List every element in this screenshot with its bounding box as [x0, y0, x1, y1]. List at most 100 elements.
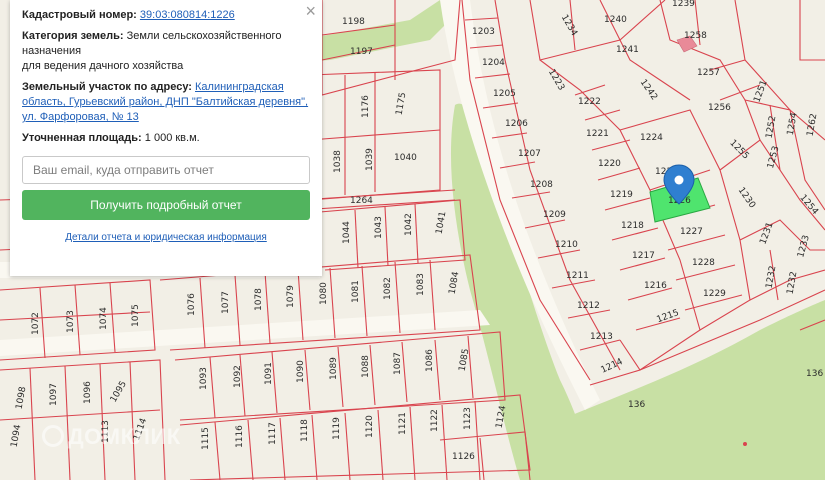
parcel-label: 1234	[559, 13, 579, 38]
parcel-label: 1207	[518, 149, 541, 159]
parcel-label: 1223	[546, 68, 566, 93]
parcel-label: 1083	[416, 273, 426, 296]
parcel-info-panel: × Кадастровый номер: 39:03:080814:1226 К…	[10, 0, 322, 276]
parcel-label: 1114	[132, 417, 149, 442]
cadastral-number-row: Кадастровый номер: 39:03:080814:1226	[22, 8, 310, 23]
usage-value: для ведения дачного хозяйства	[22, 60, 184, 72]
parcel-label: 1208	[530, 180, 553, 190]
parcel-label: 1076	[187, 293, 197, 316]
parcel-label: 1044	[342, 221, 352, 244]
parcel-label: 1090	[296, 360, 306, 383]
parcel-label: 1084	[448, 271, 462, 296]
parcel-label: 1204	[482, 58, 505, 68]
parcel-label: 1042	[404, 213, 414, 236]
parcel-label: 1212	[577, 301, 600, 311]
parcel-label: 1221	[586, 129, 609, 139]
parcel-label: 1113	[101, 420, 111, 443]
parcel-label: 1122	[430, 409, 440, 432]
small-dot-icon	[743, 442, 747, 446]
parcel-label: 1252	[765, 115, 779, 139]
parcel-label: 1224	[640, 133, 663, 143]
parcel-label: 1121	[398, 412, 408, 435]
parcel-label: 1222	[578, 97, 601, 107]
parcel-label: 1213	[590, 332, 613, 342]
parcel-label: 136	[628, 400, 645, 410]
parcel-label: 1092	[233, 365, 243, 388]
parcel-label: 1089	[329, 357, 339, 380]
parcel-label: 1232	[786, 271, 800, 295]
parcel-label: 1079	[286, 285, 296, 308]
parcel-label: 1094	[10, 424, 24, 449]
parcel-label: 1175	[395, 92, 409, 116]
parcel-label: 1241	[616, 45, 639, 55]
get-report-button[interactable]: Получить подробный отчет	[22, 190, 310, 220]
parcel-label: 1203	[472, 27, 495, 37]
parcel-label: 1075	[131, 304, 141, 327]
parcel-label: 1091	[264, 362, 274, 385]
parcel-label: 1205	[493, 89, 516, 99]
parcel-label: 1240	[604, 15, 627, 25]
parcel-label: 1123	[463, 407, 473, 430]
parcel-label: 1206	[505, 119, 528, 129]
report-details-link[interactable]: Детали отчета и юридическая информация	[65, 232, 267, 243]
parcel-label: 1209	[543, 210, 566, 220]
parcel-label: 1264	[350, 196, 373, 206]
parcel-label: 1117	[268, 422, 278, 445]
parcel-label: 1239	[672, 0, 695, 9]
parcel-label: 1074	[99, 307, 109, 330]
parcel-label: 1218	[621, 221, 644, 231]
close-icon[interactable]: ×	[305, 2, 316, 20]
area-label: Уточненная площадь:	[22, 132, 142, 144]
parcel-label: 1214	[599, 357, 624, 376]
parcel-label: 1198	[342, 17, 365, 27]
parcel-label: 1097	[49, 383, 59, 406]
parcel-label: 1039	[365, 148, 375, 171]
parcel-label: 1073	[66, 310, 76, 333]
parcel-label: 1228	[692, 258, 715, 268]
parcel-label: 1216	[644, 281, 667, 291]
parcel-label: 1072	[31, 312, 41, 335]
parcel-label: 1082	[383, 277, 393, 300]
details-link-wrap: Детали отчета и юридическая информация	[22, 230, 310, 245]
parcel-label: 1258	[684, 31, 707, 41]
area-row: Уточненная площадь: 1 000 кв.м.	[22, 131, 310, 146]
parcel-label: 1095	[109, 380, 129, 405]
parcel-label: 1220	[598, 159, 621, 169]
parcel-label: 1115	[201, 427, 211, 450]
parcel-label: 1231	[758, 221, 775, 246]
parcel-label: 1043	[374, 216, 384, 239]
parcel-label: 1038	[333, 150, 343, 173]
parcel-label: 1081	[351, 280, 361, 303]
parcel-label: 1230	[736, 186, 757, 211]
green-zone-right	[560, 300, 825, 480]
cadastral-number-link[interactable]: 39:03:080814:1226	[140, 9, 235, 21]
parcel-label: 1197	[350, 47, 373, 57]
parcel-label: 1041	[435, 211, 449, 235]
parcel-label: 1229	[703, 289, 726, 299]
category-label: Категория земель:	[22, 30, 124, 42]
cadastral-label: Кадастровый номер:	[22, 9, 137, 21]
parcel-label: 1096	[83, 381, 93, 404]
parcel-label: 1098	[15, 386, 29, 411]
parcel-label: 1242	[638, 78, 659, 102]
parcel-label: 1217	[632, 251, 655, 261]
parcel-label: 1210	[555, 240, 578, 250]
parcel-label: 1087	[393, 352, 403, 375]
parcel-label: 1254	[786, 112, 800, 137]
parcel-label: 1086	[425, 349, 435, 372]
parcel-label: 1077	[221, 291, 231, 314]
parcel-label: 1255	[727, 138, 750, 161]
parcel-label: 1085	[458, 348, 472, 372]
parcel-label: 1093	[199, 367, 209, 390]
parcel-label: 1080	[319, 282, 329, 305]
parcel-label: 1215	[655, 308, 680, 325]
parcel-label: 1078	[254, 288, 264, 311]
parcel-label: 1119	[332, 417, 342, 440]
parcel-label: 1116	[235, 425, 245, 448]
parcel-label: 1126	[452, 452, 475, 462]
parcel-label: 1257	[697, 68, 720, 78]
email-input[interactable]	[22, 156, 310, 184]
parcel-label: 1040	[394, 153, 417, 163]
parcel-label: 1227	[680, 227, 703, 237]
land-category-row: Категория земель: Земли сельскохозяйстве…	[22, 29, 310, 74]
